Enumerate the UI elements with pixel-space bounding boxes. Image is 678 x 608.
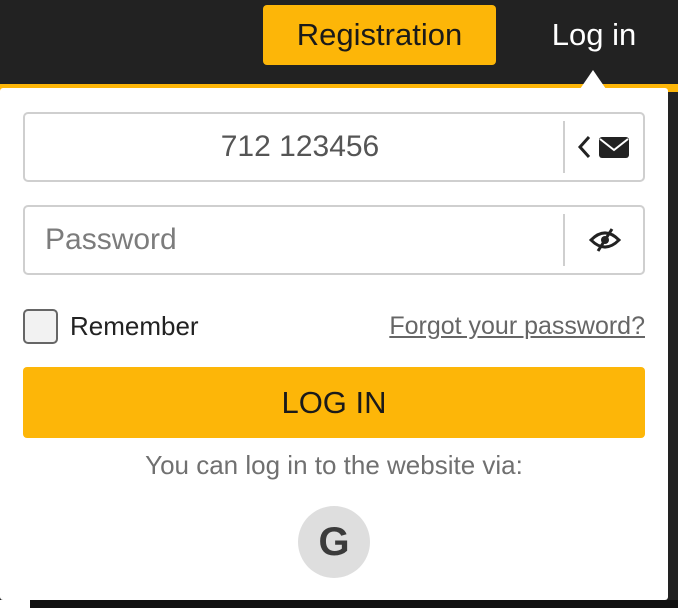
registration-button[interactable]: Registration [263, 5, 496, 65]
google-icon: G [318, 520, 350, 564]
toggle-password-visibility[interactable] [565, 207, 645, 273]
envelope-icon [599, 137, 629, 158]
background-strip [30, 600, 678, 608]
forgot-password-link[interactable]: Forgot your password? [389, 309, 645, 344]
login-submit-button[interactable]: LOG IN [23, 367, 645, 438]
eye-slash-icon [589, 228, 621, 252]
google-login-button[interactable]: G [298, 506, 370, 578]
chevron-left-icon [577, 135, 591, 159]
phone-input[interactable] [25, 114, 563, 180]
social-login-prompt: You can log in to the website via: [145, 450, 523, 480]
remember-label[interactable]: Remember [70, 309, 199, 344]
login-link[interactable]: Log in [540, 5, 648, 65]
dropdown-pointer [580, 70, 606, 89]
phone-field [23, 112, 645, 182]
password-field [23, 205, 645, 275]
login-method-switch[interactable] [565, 114, 645, 180]
background-edge [0, 600, 30, 608]
password-input[interactable] [25, 207, 563, 273]
remember-checkbox[interactable] [23, 309, 58, 344]
login-dropdown-panel: Remember Forgot your password? LOG IN Yo… [0, 88, 668, 600]
